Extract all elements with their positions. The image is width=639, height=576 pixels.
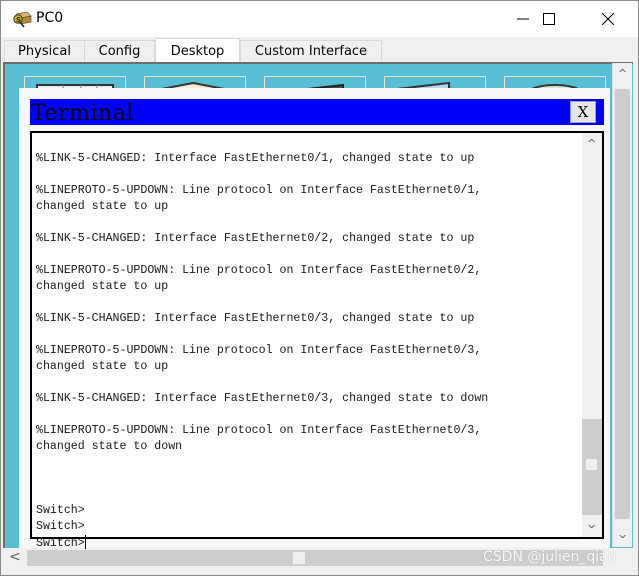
window-title: PC0 [36, 10, 64, 26]
terminal-line: Switch> [36, 504, 85, 517]
tab-desktop[interactable]: Desktop [155, 38, 240, 64]
scroll-left-icon[interactable]: < [9, 549, 21, 565]
terminal-line: Switch> [36, 520, 85, 533]
scroll-down-icon[interactable]: ^ [618, 527, 627, 540]
scroll-up-icon[interactable]: ^ [587, 137, 596, 150]
maximize-icon [543, 13, 555, 25]
terminal-line: changed state to up [36, 360, 169, 373]
scrollbar-thumb[interactable] [582, 419, 602, 515]
watermark: CSDN @julien_qiao [483, 549, 617, 565]
terminal-line: %LINEPROTO-5-UPDOWN: Line protocol on In… [36, 424, 482, 437]
scrollbar-thumb-grip[interactable] [293, 552, 305, 564]
terminal-title: Terminal [31, 101, 134, 126]
terminal-vertical-scrollbar[interactable]: ^ ^ [582, 133, 602, 537]
text-cursor [84, 535, 86, 549]
scrollbar-track[interactable] [615, 89, 630, 519]
scroll-up-icon[interactable]: ^ [618, 67, 627, 80]
tab-desktop-label: Desktop [170, 44, 225, 59]
terminal-line: %LINEPROTO-5-UPDOWN: Line protocol on In… [36, 184, 482, 197]
tab-physical[interactable]: Physical [4, 40, 85, 62]
tab-custom-interface[interactable]: Custom Interface [240, 40, 382, 62]
terminal-line: %LINK-5-CHANGED: Interface FastEthernet0… [36, 152, 475, 165]
tab-physical-label: Physical [18, 44, 71, 59]
desktop-vertical-scrollbar[interactable]: ^ ^ [612, 63, 632, 547]
terminal-close-button[interactable]: X [570, 101, 596, 123]
tab-bar: Physical Config Desktop Custom Interface [1, 37, 638, 64]
title-bar[interactable]: S PC0 [1, 1, 638, 37]
terminal-line: %LINK-5-CHANGED: Interface FastEthernet0… [36, 312, 475, 325]
terminal-panel: Terminal X %LINK-5-CHANGED: Interface Fa… [19, 88, 610, 550]
terminal-header: Terminal X [30, 99, 604, 126]
terminal-line: %LINK-5-CHANGED: Interface FastEthernet0… [36, 392, 489, 405]
terminal-line: changed state to up [36, 200, 169, 213]
tab-config-label: Config [98, 44, 141, 59]
terminal-line: changed state to down [36, 440, 183, 453]
tab-config[interactable]: Config [84, 40, 155, 62]
terminal-output[interactable]: %LINK-5-CHANGED: Interface FastEthernet0… [30, 131, 604, 550]
scroll-down-icon[interactable]: ^ [587, 517, 596, 530]
scrollbar-thumb-grip[interactable] [586, 459, 597, 470]
terminal-line: %LINK-5-CHANGED: Interface FastEthernet0… [36, 232, 475, 245]
close-window-button[interactable] [585, 1, 631, 37]
close-icon [602, 13, 614, 25]
tab-custom-interface-label: Custom Interface [254, 44, 368, 59]
terminal-line: %LINEPROTO-5-UPDOWN: Line protocol on In… [36, 344, 482, 357]
packet-tracer-pc-icon: S [13, 11, 32, 28]
maximize-button[interactable] [526, 1, 572, 37]
terminal-line: changed state to up [36, 280, 169, 293]
terminal-line: %LINEPROTO-5-UPDOWN: Line protocol on In… [36, 264, 482, 277]
terminal-text[interactable]: %LINK-5-CHANGED: Interface FastEthernet0… [36, 151, 576, 552]
